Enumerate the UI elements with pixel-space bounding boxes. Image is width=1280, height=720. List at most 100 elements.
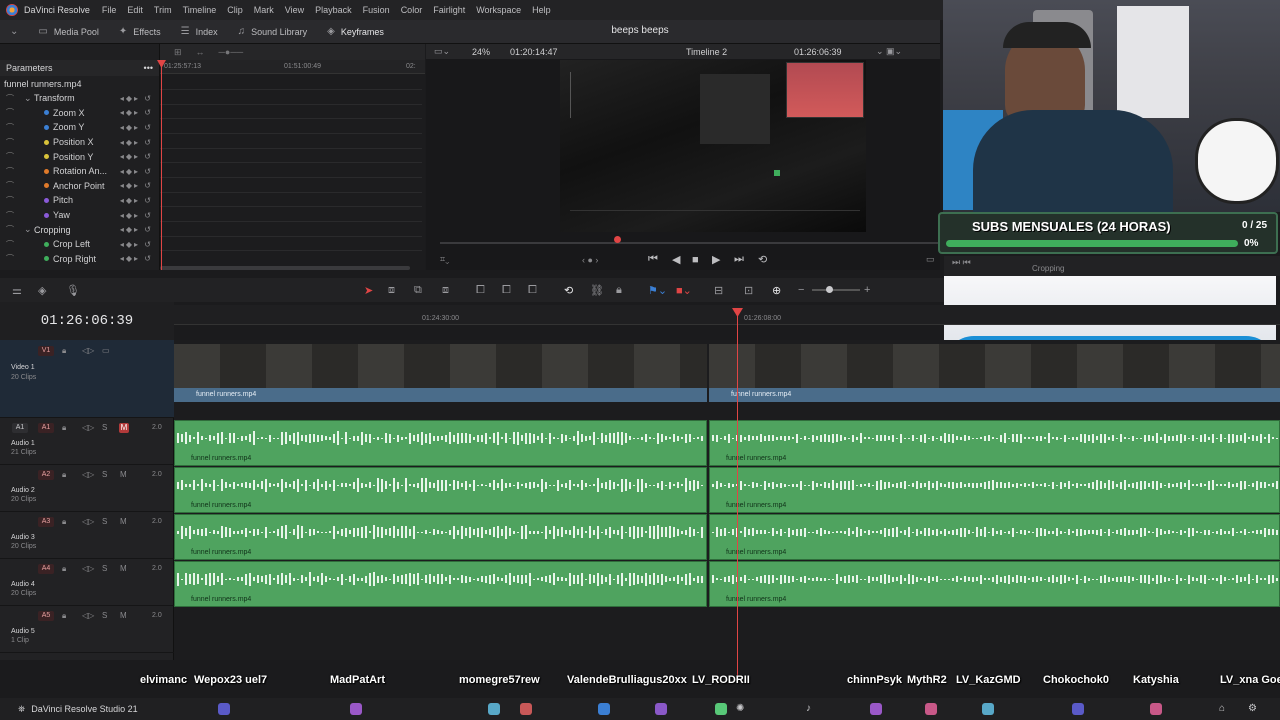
video-clip[interactable]: funnel runners.mp4: [174, 344, 707, 402]
settings-gear-icon[interactable]: ⚙: [1248, 703, 1257, 714]
keyframe-controls[interactable]: ◂◆▸ ↺: [120, 167, 153, 176]
menu-timeline[interactable]: Timeline: [183, 5, 217, 15]
parameter-row[interactable]: ⌒ Zoom Y ◂◆▸ ↺: [0, 120, 159, 135]
timeline-name[interactable]: Timeline 2: [686, 47, 727, 57]
overwrite-clip-icon[interactable]: ⧠: [502, 284, 511, 297]
parameter-group[interactable]: ⌒ ⌄ Transform ◂◆▸ ↺: [0, 91, 159, 106]
zoom-full-icon[interactable]: ⊟: [714, 284, 723, 297]
trim-tool-icon[interactable]: ⧈: [388, 284, 395, 297]
blade-tool-icon[interactable]: ⧈: [442, 284, 449, 297]
auto-select-icon[interactable]: ◁▷: [82, 564, 94, 573]
lock-icon[interactable]: 🔒︎: [616, 284, 622, 297]
menu-clip[interactable]: Clip: [227, 5, 243, 15]
solo-button[interactable]: S: [102, 611, 107, 620]
parameter-row[interactable]: ⌒ Anchor Point ◂◆▸ ↺: [0, 179, 159, 194]
solo-button[interactable]: S: [102, 470, 107, 479]
curve-icon[interactable]: ⌒: [6, 93, 18, 104]
viewer-scrubber-handle[interactable]: [614, 236, 621, 243]
color-icon[interactable]: ✺: [736, 703, 744, 714]
menu-help[interactable]: Help: [532, 5, 551, 15]
mute-button[interactable]: M: [120, 470, 127, 479]
mute-button[interactable]: M: [120, 611, 127, 620]
menu-mark[interactable]: Mark: [254, 5, 274, 15]
audio-clip[interactable]: funnel runners.mp4: [709, 467, 1280, 513]
curve-icon[interactable]: ⌒: [6, 224, 18, 235]
auto-select-icon[interactable]: ◁▷: [82, 611, 94, 620]
lock-track-icon[interactable]: 🔒︎: [62, 564, 66, 574]
viewer-options-icon[interactable]: ⌄ ▣⌄: [876, 46, 902, 57]
menu-fusion[interactable]: Fusion: [363, 5, 390, 15]
audio-clip[interactable]: funnel runners.mp4: [174, 420, 707, 466]
zoom-slider[interactable]: [812, 289, 860, 291]
menu-playback[interactable]: Playback: [315, 5, 352, 15]
curve-icon[interactable]: ⌒: [6, 166, 18, 177]
layout-icon[interactable]: ⚌: [12, 284, 22, 297]
go-to-end-icon[interactable]: ⏭: [734, 253, 744, 266]
sound-library-button[interactable]: ♫ Sound Library: [228, 20, 318, 44]
marker-icon[interactable]: ■⌄: [676, 284, 692, 297]
media-pool-button[interactable]: ▭ Media Pool: [28, 20, 108, 44]
mute-button-active[interactable]: M: [119, 423, 129, 433]
snapping-icon[interactable]: ⟲: [564, 284, 573, 297]
audio-clip[interactable]: funnel runners.mp4: [174, 467, 707, 513]
home-icon[interactable]: ⌂: [1219, 703, 1225, 714]
panel-toggle-button[interactable]: ⌄: [0, 20, 28, 44]
viewer-layout-icon[interactable]: ▭⌄: [434, 46, 450, 57]
auto-select-icon[interactable]: ◁▷: [82, 517, 94, 526]
flag-icon[interactable]: ⚑⌄: [648, 284, 667, 297]
mute-button[interactable]: M: [120, 517, 127, 526]
track-header-a2[interactable]: A2 🔒︎ ◁▷ S M 2.0 Audio 2 20 Clips: [0, 465, 174, 512]
track-header-a3[interactable]: A3 🔒︎ ◁▷ S M 2.0 Audio 3 20 Clips: [0, 512, 174, 559]
curve-icon[interactable]: ⌒: [6, 180, 18, 191]
menu-view[interactable]: View: [285, 5, 304, 15]
track-id-badge[interactable]: A4: [38, 564, 54, 574]
menu-edit[interactable]: Edit: [127, 5, 143, 15]
track-id-badge[interactable]: V1: [38, 346, 54, 356]
kf-scrollbar[interactable]: [160, 266, 410, 270]
keyframe-controls[interactable]: ◂◆▸ ↺: [120, 211, 153, 220]
selection-tool-icon[interactable]: ➤: [364, 284, 373, 297]
lock-track-icon[interactable]: 🔒︎: [62, 517, 66, 527]
keyframe-controls[interactable]: ◂◆▸ ↺: [120, 138, 153, 147]
mic-icon[interactable]: 🎙︎: [66, 284, 80, 297]
parameter-row[interactable]: ⌒ Rotation An... ◂◆▸ ↺: [0, 164, 159, 179]
audio-clip[interactable]: funnel runners.mp4: [709, 561, 1280, 607]
index-button[interactable]: ☰ Index: [171, 20, 228, 44]
keyframe-controls[interactable]: ◂◆▸ ↺: [120, 108, 153, 117]
zoom-slider-icon[interactable]: ─●──: [219, 47, 244, 57]
keyframe-controls[interactable]: ◂◆▸ ↺: [120, 225, 153, 234]
keyframe-controls[interactable]: ◂◆▸ ↺: [120, 181, 153, 190]
keyframe-ruler[interactable]: 01:25:57:13 01:51:00:49 02:: [160, 60, 425, 74]
parameter-row[interactable]: ⌒ Yaw ◂◆▸ ↺: [0, 208, 159, 223]
keyframe-controls[interactable]: ◂◆▸ ↺: [120, 240, 153, 249]
fullscreen-icon[interactable]: ▭: [926, 254, 935, 265]
track-header-a1[interactable]: A1 A1 🔒︎ ◁▷ S M 2.0 Audio 1 21 Clips: [0, 418, 174, 465]
auto-select-icon[interactable]: ◁▷: [82, 346, 94, 355]
settings-icon[interactable]: ◈: [38, 284, 46, 297]
keyframe-controls[interactable]: ◂◆▸ ↺: [120, 254, 153, 263]
link-icon[interactable]: ⛓: [590, 284, 604, 297]
replace-clip-icon[interactable]: ⧠: [528, 284, 537, 297]
curve-icon[interactable]: ⌒: [6, 151, 18, 162]
lock-track-icon[interactable]: 🔒︎: [62, 470, 66, 480]
go-to-start-icon[interactable]: ⏮: [648, 253, 658, 266]
menu-color[interactable]: Color: [401, 5, 423, 15]
source-track-badge[interactable]: A1: [12, 423, 28, 433]
options-icon[interactable]: •••: [144, 63, 153, 73]
track-header-a4[interactable]: A4 🔒︎ ◁▷ S M 2.0 Audio 4 20 Clips: [0, 559, 174, 606]
insert-clip-icon[interactable]: ⧠: [476, 284, 485, 297]
keyframe-controls[interactable]: ◂◆▸ ↺: [120, 152, 153, 161]
jog-icon[interactable]: ‹ ● ›: [582, 255, 598, 265]
keyframe-controls[interactable]: ◂◆▸ ↺: [120, 94, 153, 103]
crop-icon[interactable]: ⌗⌄: [440, 254, 449, 265]
viewer-zoom[interactable]: 24%: [472, 47, 490, 57]
parameter-row[interactable]: ⌒ Position Y ◂◆▸ ↺: [0, 149, 159, 164]
fairlight-icon[interactable]: ♪: [806, 703, 811, 714]
curve-icon[interactable]: ⌒: [6, 239, 18, 250]
zoom-out-icon[interactable]: −: [798, 284, 804, 296]
menu-workspace[interactable]: Workspace: [476, 5, 521, 15]
parameter-row[interactable]: ⌒ Crop Right ◂◆▸ ↺: [0, 252, 159, 267]
resolve-icon[interactable]: ⛯: [18, 704, 25, 715]
keyframe-playhead[interactable]: [161, 60, 162, 270]
lock-track-icon[interactable]: 🔒︎: [62, 611, 66, 621]
